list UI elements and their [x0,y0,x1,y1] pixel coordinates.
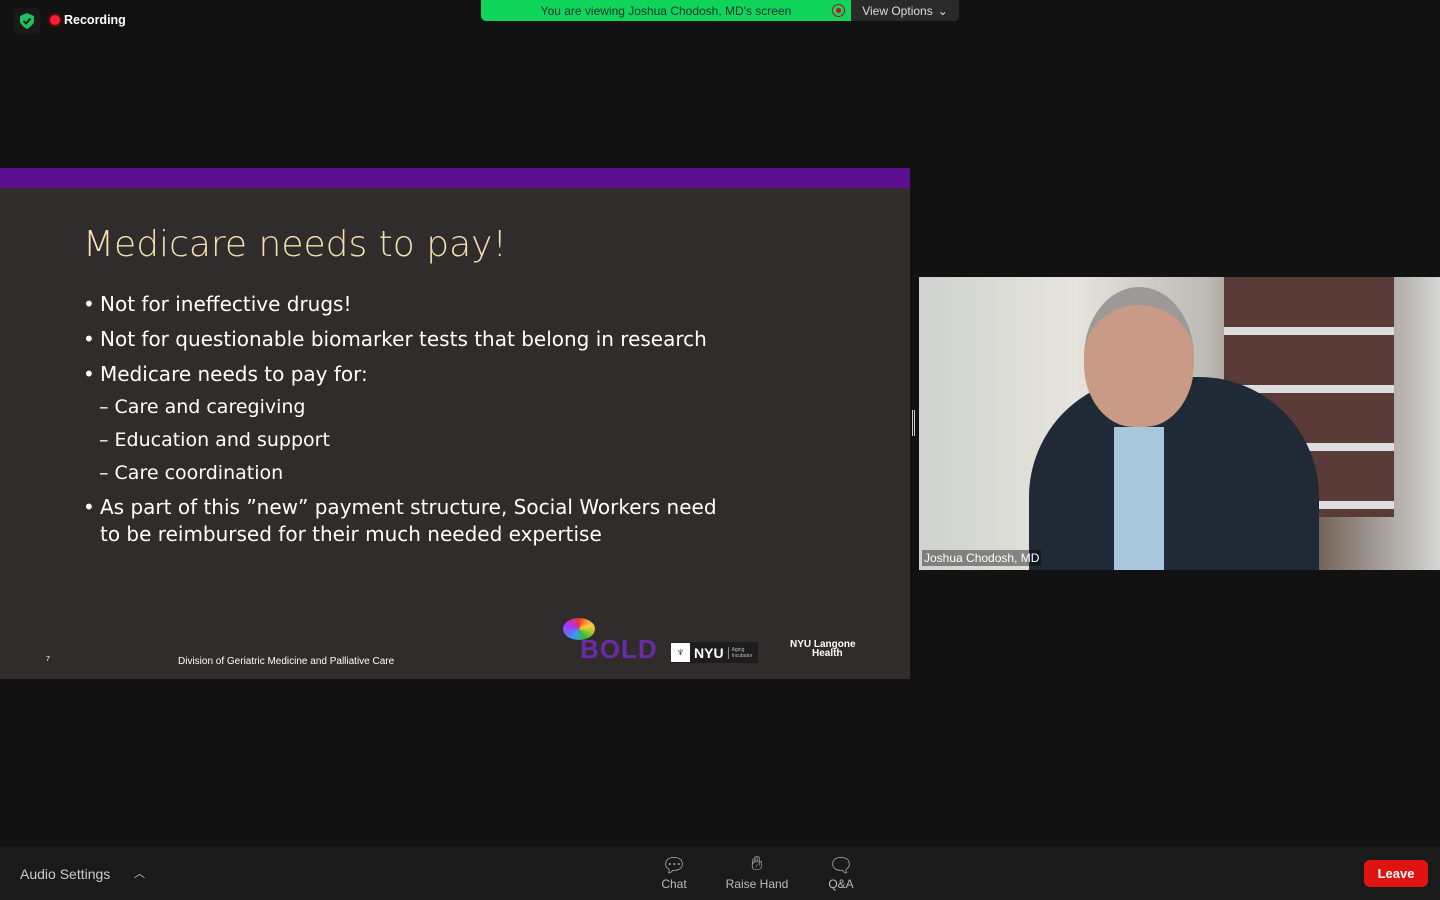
bullet: • Medicare needs to pay for: [83,362,368,386]
recording-label: Recording [64,13,126,27]
slide-header-bar [0,168,910,188]
chat-icon: 💬︎ [661,855,687,877]
speaker-shirt [1114,427,1164,570]
slide-title: Medicare needs to pay! [83,224,507,265]
audio-settings-button[interactable]: Audio Settings [20,866,110,882]
view-options-label: View Options [862,3,933,18]
recording-indicator[interactable]: Recording [50,13,126,27]
hand-icon: ✋︎ [751,853,763,875]
qa-button[interactable]: 🗨︎ Q&A [822,853,860,891]
nyu-aging-logo: ♆ NYU Aging Incubator [671,642,758,663]
sub-bullet: – Care coordination [99,462,284,484]
qa-label: Q&A [828,877,854,891]
bullet: • Not for questionable biomarker tests th… [83,327,707,351]
sub-bullet: – Care and caregiving [99,396,306,418]
slide-footer: Division of Geriatric Medicine and Palli… [178,656,395,667]
nyu-langone-logo: NYU Langone Health [790,639,856,659]
view-options-button[interactable]: View Options ⌄ [851,0,959,21]
security-shield-icon[interactable] [14,8,40,34]
bullet: • As part of this ”new” payment structure… [83,495,717,546]
sub-bullet: – Education and support [99,429,330,451]
leave-button[interactable]: Leave [1364,860,1428,887]
participant-name: Joshua Chodosh, MD [922,550,1042,566]
chevron-down-icon: ⌄ [937,3,948,18]
chat-label: Chat [661,877,687,891]
qa-icon: 🗨︎ [828,855,854,877]
bold-logo: BOLD [580,634,658,664]
screen-share-banner: You are viewing Joshua Chodosh, MD's scr… [481,0,851,21]
torch-icon: ♆ [671,643,690,662]
chevron-up-icon[interactable]: ︿ [134,865,145,881]
record-icon [832,4,845,17]
chat-button[interactable]: 💬︎ Chat [656,853,692,891]
slide-number: 7 [46,656,50,663]
resize-handle[interactable] [912,410,915,436]
raise-hand-label: Raise Hand [725,877,789,891]
speaker-head [1084,287,1194,427]
bullet: • Not for ineffective drugs! [83,292,352,316]
recording-dot-icon [50,15,60,25]
raise-hand-button[interactable]: ✋︎ Raise Hand [722,853,792,891]
banner-text: You are viewing Joshua Chodosh, MD's scr… [540,3,792,18]
participant-video[interactable]: Joshua Chodosh, MD [919,277,1440,570]
meeting-toolbar: Audio Settings ︿ 💬︎ Chat ✋︎ Raise Hand 🗨︎ Q… [0,847,1440,900]
shared-slide: Medicare needs to pay! • Not for ineffect… [0,168,910,679]
